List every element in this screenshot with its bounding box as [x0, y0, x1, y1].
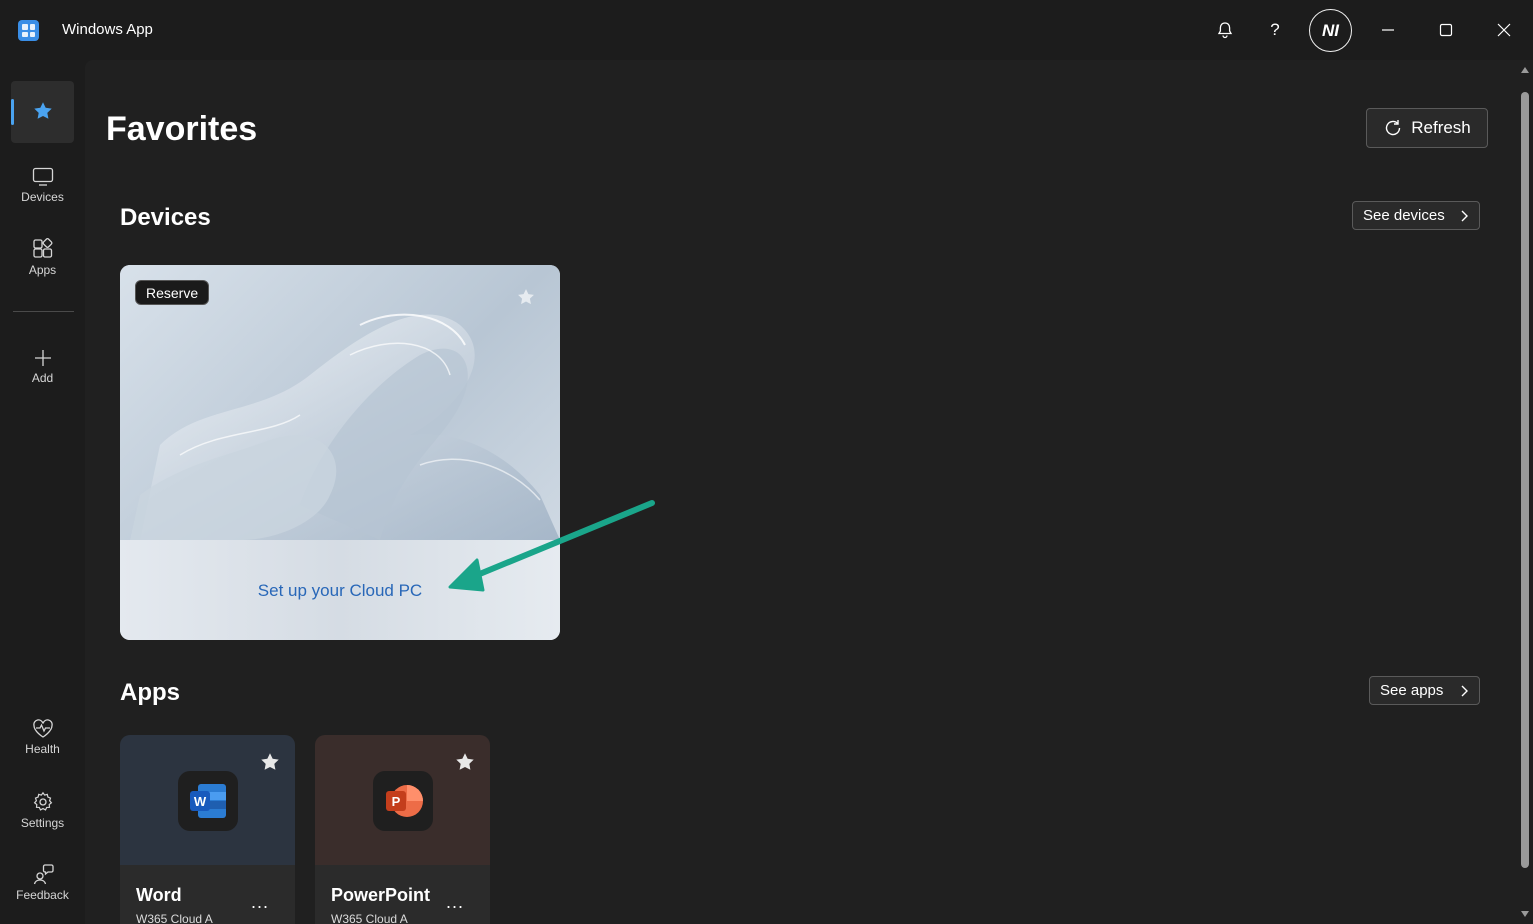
sidebar-item-settings[interactable]: Settings — [11, 779, 74, 841]
favorite-star-icon[interactable] — [454, 751, 476, 778]
sidebar-item-label: Apps — [28, 262, 57, 277]
sidebar-divider — [13, 311, 74, 312]
device-wallpaper-image — [120, 265, 560, 540]
apps-section-title: Apps — [120, 679, 180, 706]
sidebar-item-health[interactable]: Health — [11, 706, 74, 768]
refresh-button[interactable]: Refresh — [1366, 108, 1488, 148]
title-bar: Windows App ? NI — [0, 0, 1533, 60]
refresh-label: Refresh — [1411, 118, 1471, 137]
sidebar-item-label: Settings — [20, 815, 65, 830]
see-apps-label: See apps — [1380, 682, 1444, 699]
help-icon[interactable]: ? — [1259, 14, 1291, 46]
more-options-button[interactable]: ... — [446, 892, 464, 913]
app-card-word[interactable]: W Word W365 Cloud A ... — [120, 735, 295, 924]
close-icon[interactable] — [1488, 14, 1520, 46]
app-subtitle: W365 Cloud A — [136, 912, 213, 924]
favorite-star-icon[interactable] — [516, 287, 536, 312]
apps-grid-icon — [32, 237, 52, 258]
svg-text:P: P — [392, 794, 401, 809]
scrollbar-thumb[interactable] — [1521, 92, 1529, 868]
star-filled-icon — [33, 101, 52, 119]
page-title: Favorites — [106, 110, 258, 148]
refresh-icon — [1386, 120, 1401, 136]
setup-cloud-pc-link[interactable]: Set up your Cloud PC — [120, 581, 560, 601]
chevron-right-icon — [1461, 210, 1468, 221]
scroll-down-arrow-icon[interactable] — [1520, 910, 1530, 918]
app-card-powerpoint[interactable]: P PowerPoint W365 Cloud A ... — [315, 735, 490, 924]
maximize-icon[interactable] — [1430, 14, 1462, 46]
sidebar-item-label: Health — [25, 741, 60, 756]
sidebar-item-apps[interactable]: Apps — [11, 226, 74, 288]
health-heart-icon — [32, 718, 53, 738]
sidebar-item-devices[interactable]: Devices — [11, 154, 74, 216]
main-content: Favorites Refresh Devices See devices Re… — [85, 60, 1533, 924]
cloud-pc-device-card[interactable]: Reserve Set up your Cloud PC — [120, 265, 560, 640]
sidebar-item-label: Devices — [21, 189, 64, 204]
sidebar-item-feedback[interactable]: Feedback — [11, 851, 74, 913]
app-name: PowerPoint — [331, 885, 431, 905]
app-name: Word — [136, 885, 182, 905]
sidebar-item-label: Add — [31, 370, 54, 385]
sidebar-item-add[interactable]: Add — [11, 335, 74, 397]
gear-icon — [33, 791, 52, 811]
sidebar-item-favorites[interactable] — [11, 81, 74, 143]
favorite-star-icon[interactable] — [259, 751, 281, 778]
vertical-scrollbar[interactable] — [1517, 60, 1533, 924]
chevron-right-icon — [1461, 685, 1468, 696]
see-apps-button[interactable]: See apps — [1369, 676, 1480, 705]
scroll-up-arrow-icon[interactable] — [1520, 66, 1530, 74]
plus-icon — [34, 349, 51, 366]
devices-section-title: Devices — [120, 204, 211, 231]
svg-text:W: W — [194, 794, 207, 809]
windows-app-logo-icon — [18, 20, 39, 41]
minimize-icon[interactable] — [1372, 14, 1404, 46]
window-title: Windows App — [62, 21, 153, 38]
word-app-icon: W — [178, 771, 238, 831]
more-options-button[interactable]: ... — [251, 892, 269, 913]
reserve-badge: Reserve — [135, 280, 210, 305]
monitor-icon — [32, 167, 53, 186]
sidebar-item-label: Feedback — [16, 887, 69, 902]
app-subtitle: W365 Cloud A — [331, 912, 408, 924]
powerpoint-app-icon: P — [373, 771, 433, 831]
notifications-bell-icon[interactable] — [1209, 14, 1241, 46]
account-avatar[interactable]: NI — [1309, 9, 1352, 52]
see-devices-button[interactable]: See devices — [1352, 201, 1480, 230]
feedback-people-icon — [33, 863, 54, 884]
see-devices-label: See devices — [1363, 207, 1445, 224]
sidebar-nav: Devices Apps Add Health Settings Feedbac… — [0, 60, 85, 924]
